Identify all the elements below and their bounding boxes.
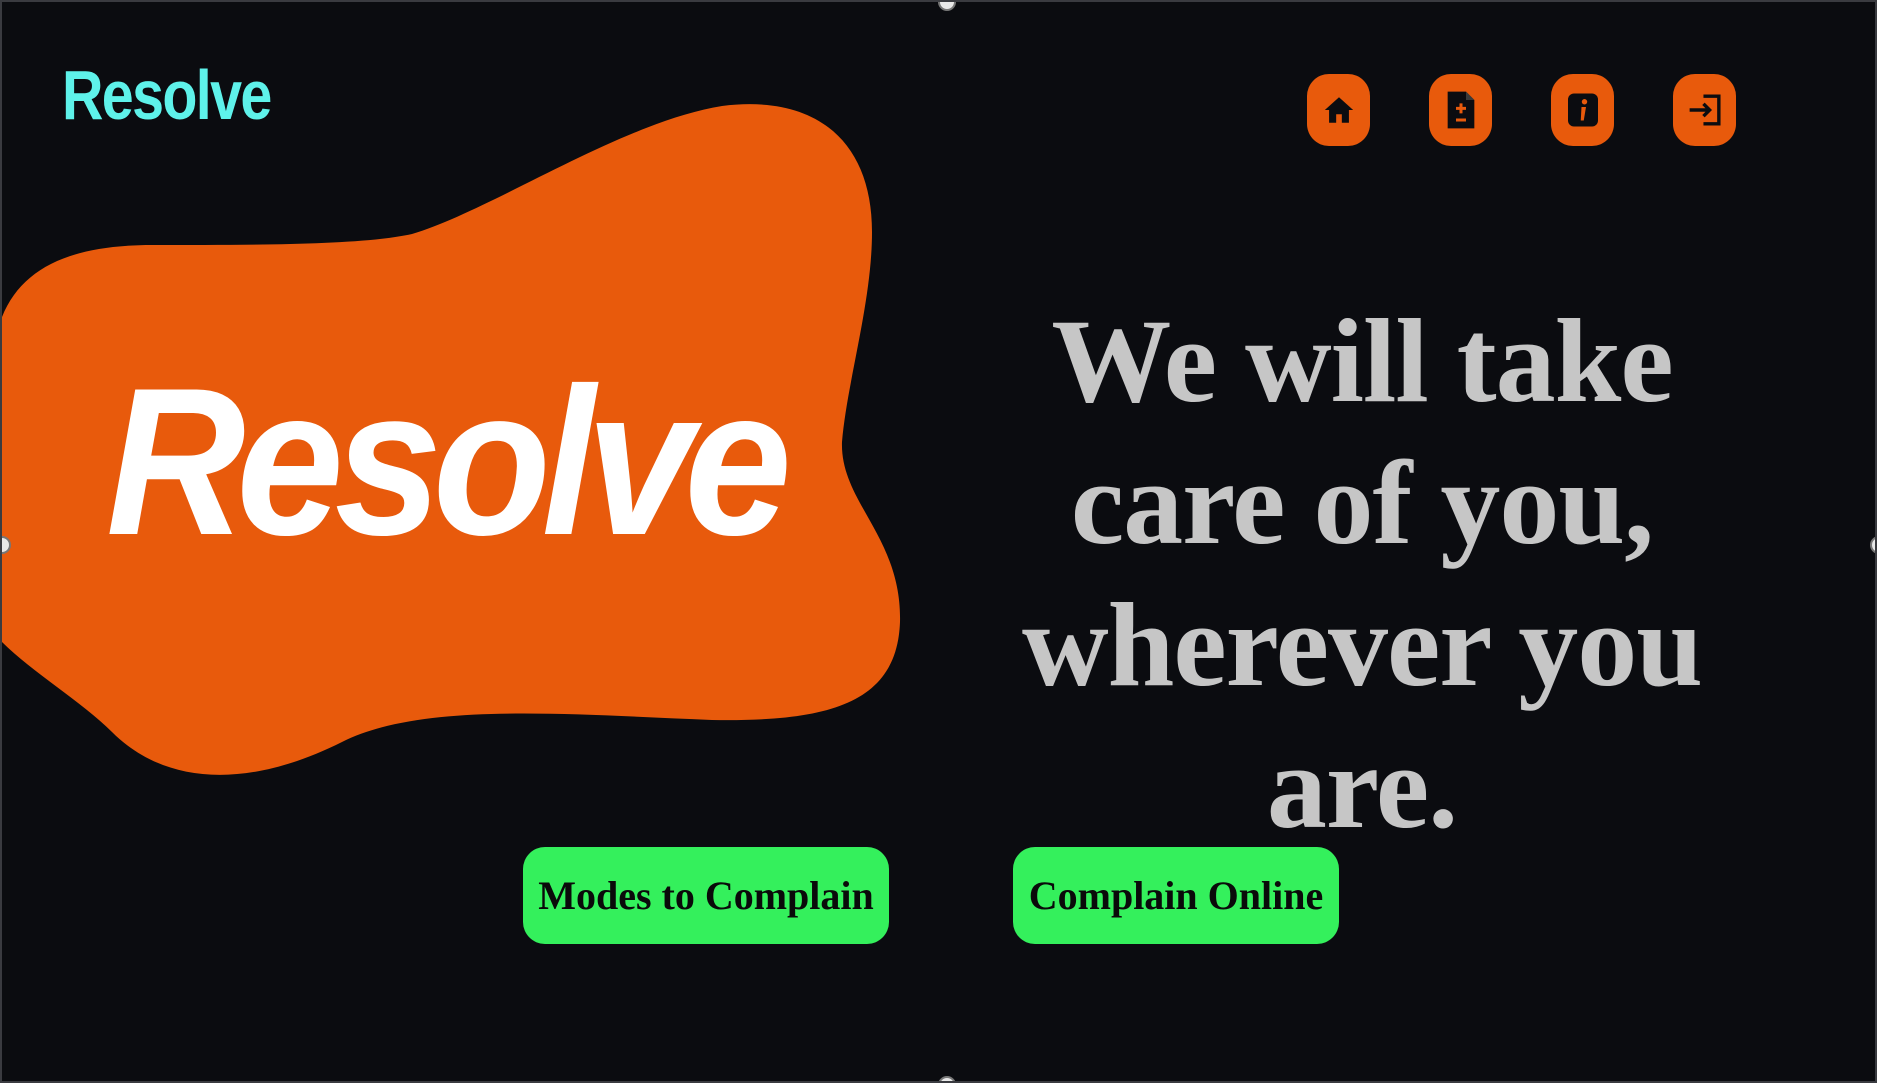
home-icon (1324, 97, 1353, 123)
hero-tagline: We will take care of you, wherever you a… (1021, 294, 1703, 853)
hero-brand-wordmark: Resolve (106, 344, 792, 579)
header-logo[interactable]: Resolve (62, 60, 272, 130)
file-add-icon (1447, 91, 1474, 129)
nav-login-button[interactable] (1673, 74, 1736, 146)
nav-info-button[interactable] (1551, 74, 1614, 146)
selection-handle (938, 1076, 956, 1081)
selection-handle (938, 2, 956, 11)
selection-handle (1870, 536, 1875, 554)
nav-new-complaint-button[interactable] (1429, 74, 1492, 146)
page-canvas: Resolve Resolve We will take care of you… (0, 0, 1877, 1083)
nav-home-button[interactable] (1307, 74, 1370, 146)
modes-to-complain-button[interactable]: Modes to Complain (523, 847, 889, 944)
top-nav (1307, 74, 1736, 146)
info-icon (1567, 93, 1598, 127)
complain-online-button[interactable]: Complain Online (1013, 847, 1339, 944)
login-icon (1689, 94, 1721, 126)
